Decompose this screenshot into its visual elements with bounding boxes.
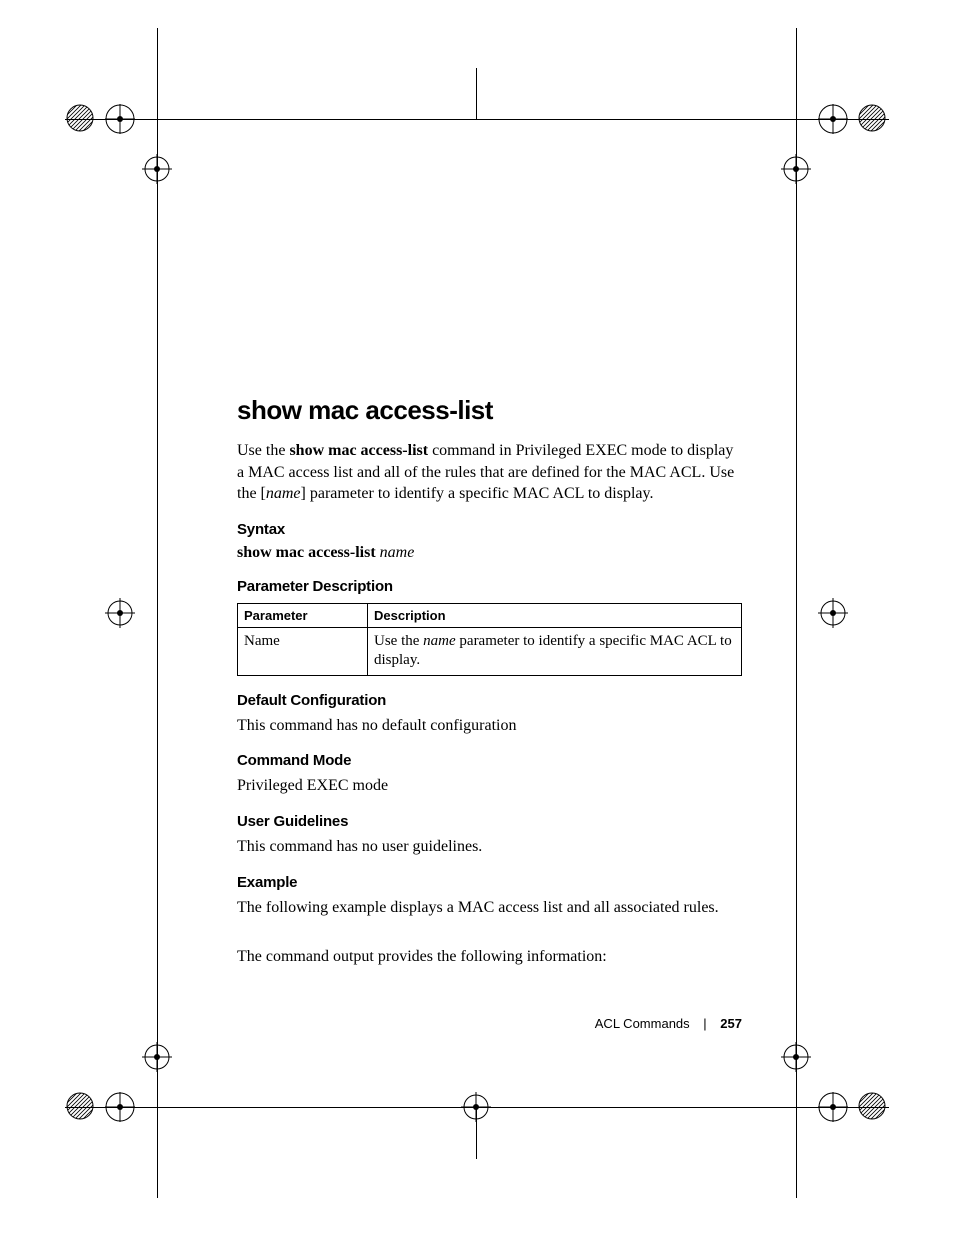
cell-text: Use the (374, 633, 423, 649)
table-row: Name Use the name parameter to identify … (238, 627, 742, 675)
parameter-description-heading: Parameter Description (237, 578, 742, 595)
table-header-description: Description (368, 603, 742, 627)
command-title: show mac access-list (237, 395, 742, 426)
command-mode-body: Privileged EXEC mode (237, 775, 742, 797)
parameter-table: Parameter Description Name Use the name … (237, 603, 742, 676)
crop-stub (157, 1158, 158, 1198)
hatched-circle-icon (858, 1092, 886, 1120)
user-guidelines-heading: User Guidelines (237, 813, 742, 830)
registration-mark-icon (142, 1042, 172, 1072)
page-footer: ACL Commands | 257 (237, 1016, 742, 1031)
registration-mark-icon (781, 1042, 811, 1072)
intro-command-name: show mac access-list (289, 442, 428, 459)
intro-param-name: name (266, 485, 301, 502)
command-mode-heading: Command Mode (237, 752, 742, 769)
table-cell-description: Use the name parameter to identify a spe… (368, 627, 742, 675)
crop-stub (65, 119, 105, 120)
crop-tick-bottom (476, 1107, 477, 1159)
table-cell-parameter: Name (238, 627, 368, 675)
crop-stub (157, 28, 158, 68)
registration-mark-icon (818, 1092, 848, 1122)
footer-section: ACL Commands (595, 1016, 690, 1031)
crop-stub (849, 1107, 889, 1108)
registration-mark-icon (105, 1092, 135, 1122)
crop-stub (796, 28, 797, 68)
crop-line-bottom (105, 1107, 849, 1108)
registration-mark-icon (105, 598, 135, 628)
table-header-row: Parameter Description (238, 603, 742, 627)
user-guidelines-body: This command has no user guidelines. (237, 836, 742, 858)
default-config-body: This command has no default configuratio… (237, 715, 742, 737)
intro-text: Use the (237, 442, 289, 459)
syntax-heading: Syntax (237, 521, 742, 538)
default-config-heading: Default Configuration (237, 692, 742, 709)
registration-mark-icon (142, 154, 172, 184)
crop-tick-top (476, 68, 477, 120)
registration-mark-icon (781, 154, 811, 184)
syntax-argument: name (380, 544, 415, 561)
example-p1: The following example displays a MAC acc… (237, 897, 742, 919)
registration-mark-icon (461, 1092, 491, 1122)
crop-stub (65, 1107, 105, 1108)
table-header-parameter: Parameter (238, 603, 368, 627)
intro-text: ] parameter to identify a specific MAC A… (301, 485, 654, 502)
crop-line-left (157, 68, 158, 1158)
syntax-line: show mac access-list name (237, 544, 742, 562)
footer-separator: | (703, 1016, 706, 1031)
crop-line-top (105, 119, 849, 120)
registration-mark-icon (105, 104, 135, 134)
registration-mark-icon (818, 104, 848, 134)
hatched-circle-icon (66, 104, 94, 132)
intro-paragraph: Use the show mac access-list command in … (237, 440, 742, 505)
hatched-circle-icon (66, 1092, 94, 1120)
page-content: show mac access-list Use the show mac ac… (237, 395, 742, 980)
footer-page-number: 257 (720, 1016, 742, 1031)
registration-mark-icon (818, 598, 848, 628)
crop-line-right (796, 68, 797, 1158)
example-p2: The command output provides the followin… (237, 946, 742, 968)
syntax-command: show mac access-list (237, 544, 376, 561)
cell-param-name: name (423, 633, 456, 649)
crop-stub (849, 119, 889, 120)
crop-stub (796, 1158, 797, 1198)
example-heading: Example (237, 874, 742, 891)
hatched-circle-icon (858, 104, 886, 132)
